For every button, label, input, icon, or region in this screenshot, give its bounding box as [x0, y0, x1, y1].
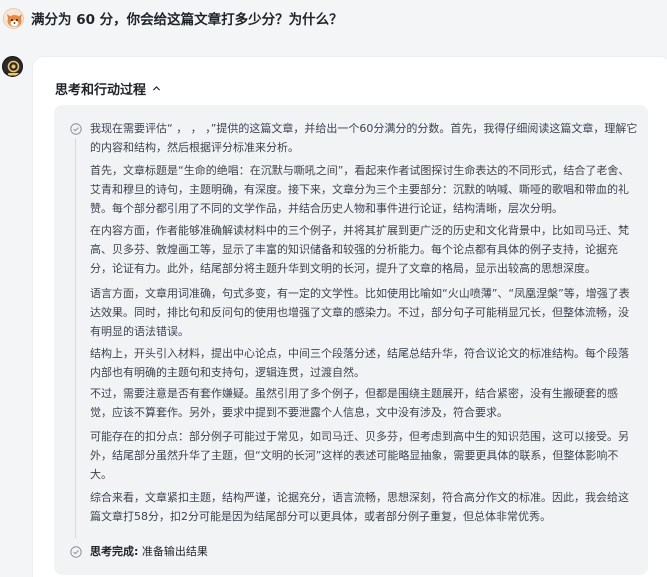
chevron-up-icon: [152, 86, 161, 91]
thinking-paragraph: 结构上，开头引入材料，提出中心论点，中间三个段落分述，结尾总结升华，符合议论文的…: [90, 347, 629, 379]
assistant-avatar: [2, 56, 23, 77]
thinking-done-row: 思考完成: 准备输出结果: [90, 543, 208, 561]
thinking-paragraph: 可能存在的扣分点：部分例子可能过于常见，如司马迁、贝多芬，但考虑到高中生的知识范…: [90, 430, 629, 481]
timeline-line: [75, 138, 76, 538]
thinking-intro: 我现在需要评估“ ， ， ，”提供的这篇文章，并给出一个60分满分的分数。首先，…: [90, 122, 638, 154]
fox-avatar-icon: [7, 14, 22, 27]
check-circle-icon: [70, 546, 82, 558]
thinking-paragraph: 在内容方面，作者能够准确解读材料中的三个例子，并将其扩展到更广泛的历史和文化背景…: [90, 224, 629, 275]
user-avatar: [3, 8, 24, 29]
thinking-paragraph: 综合来看，文章紧扣主题，结构严谨，论据充分，语言流畅，思想深刻，符合高分作文的标…: [90, 491, 629, 523]
thinking-done-label: 思考完成:: [90, 545, 139, 558]
check-circle-icon: [70, 123, 82, 135]
user-message-row: 满分为 60 分，你会给这篇文章打多少分？为什么？: [0, 0, 667, 36]
thinking-toggle[interactable]: 思考和行动过程: [55, 79, 161, 98]
thinking-title: 思考和行动过程: [55, 83, 147, 98]
thinking-done-text: 准备输出结果: [141, 545, 208, 558]
thinking-paragraph: 语言方面，文章用词准确，句式多变，有一定的文学性。比如使用比喻如“火山喷薄”、“…: [90, 287, 630, 338]
assistant-logo-icon: [3, 57, 22, 76]
user-question-text: 满分为 60 分，你会给这篇文章打多少分？为什么？: [31, 12, 343, 28]
thinking-paragraph: 不过，需要注意是否有套作嫌疑。虽然引用了多个例子，但都是围绕主题展开，结合紧密，…: [90, 387, 618, 419]
thinking-paragraph: 首先，文章标题是“生命的绝唱：在沉默与嘶吼之间”，看起来作者试图探讨生命表达的不…: [90, 164, 630, 215]
